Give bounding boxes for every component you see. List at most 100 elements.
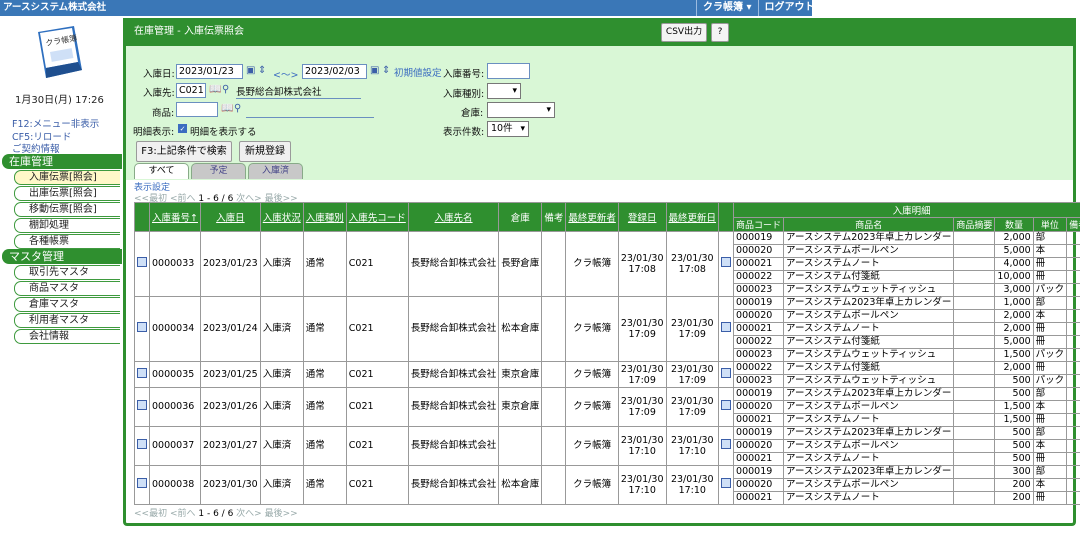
csv-export-button[interactable]: CSV出力 — [661, 23, 707, 42]
item-code-input[interactable] — [176, 102, 218, 117]
item-unit: 本 — [1032, 439, 1068, 453]
item-note — [1066, 257, 1080, 271]
reset-defaults-link[interactable]: 初期値設定 — [394, 65, 442, 79]
item-code: 000021 — [733, 322, 785, 336]
item-note — [1066, 348, 1080, 362]
col-supplier-name[interactable]: 入庫先名 — [407, 202, 500, 232]
item-qty: 500 — [994, 387, 1034, 401]
calendar-icon[interactable]: ▣ — [370, 65, 379, 77]
item-qty: 10,000 — [994, 270, 1034, 284]
row-edit-icon[interactable] — [718, 387, 735, 427]
date-from-input[interactable]: 2023/01/23 — [176, 64, 243, 79]
item-code: 000019 — [733, 465, 785, 479]
row-detail-icon[interactable] — [134, 465, 150, 505]
new-button[interactable]: 新規登録 — [239, 141, 291, 162]
type-select[interactable] — [487, 83, 521, 99]
menu-transfer-slip[interactable]: 移動伝票[照会] — [14, 202, 120, 217]
supplier-code-input[interactable]: C021 — [176, 83, 206, 98]
cell-date: 2023/01/25 — [199, 361, 261, 388]
item-unit: 冊 — [1032, 452, 1068, 466]
item-name: アースシステム2023年卓上カレンダー — [783, 296, 955, 310]
tab-received[interactable]: 入庫済 — [248, 163, 303, 179]
cell-slip-no: 0000037 — [149, 426, 201, 466]
row-edit-icon[interactable] — [718, 465, 735, 505]
page-title: 在庫管理 - 入庫伝票照会 — [126, 18, 1073, 46]
row-edit-icon[interactable] — [718, 426, 735, 466]
item-summary — [953, 465, 996, 479]
tab-all[interactable]: すべて — [134, 163, 189, 179]
magnifier-icon[interactable]: ⚲ — [234, 103, 241, 115]
menu-company-info[interactable]: 会社情報 — [14, 329, 120, 344]
item-name: アースシステムウェットティッシュ — [783, 374, 955, 388]
menu-warehouse-master[interactable]: 倉庫マスタ — [14, 297, 120, 312]
item-code: 000019 — [733, 387, 785, 401]
spin-icon[interactable]: ⇕ — [382, 65, 390, 77]
row-edit-icon[interactable] — [718, 231, 735, 297]
detail-checkbox[interactable]: ✓ — [178, 124, 187, 133]
item-code: 000021 — [733, 452, 785, 466]
menu-supplier-master[interactable]: 取引先マスタ — [14, 265, 120, 280]
row-detail-icon[interactable] — [134, 231, 150, 297]
slip-no-input[interactable] — [487, 63, 530, 79]
pager-prev[interactable]: <前へ — [170, 509, 196, 519]
cell-date: 2023/01/24 — [199, 296, 261, 362]
col-slip-no[interactable]: 入庫番号↑ — [149, 202, 201, 232]
menu-stocktake[interactable]: 棚卸処理 — [14, 218, 120, 233]
row-detail-icon[interactable] — [134, 426, 150, 466]
date-to-input[interactable]: 2023/02/03 — [302, 64, 367, 79]
item-summary — [953, 439, 996, 453]
row-detail-icon[interactable] — [134, 296, 150, 362]
pager-last[interactable]: 最後>> — [265, 509, 298, 519]
warehouse-select[interactable] — [487, 102, 555, 118]
row-detail-icon[interactable] — [134, 361, 150, 388]
col-updater[interactable]: 最終更新者 — [565, 202, 619, 232]
row-detail-icon[interactable] — [134, 387, 150, 427]
menu-product-master[interactable]: 商品マスタ — [14, 281, 120, 296]
item-name: アースシステムボールペン — [783, 400, 955, 414]
item-unit: パック — [1032, 374, 1068, 388]
cell-date: 2023/01/27 — [199, 426, 261, 466]
cell-wh: 松本倉庫 — [498, 465, 543, 505]
cell-code: C021 — [345, 296, 409, 362]
logout-link[interactable]: ログアウト — [757, 0, 821, 16]
hide-menu-link[interactable]: F12:メニュー非表示 — [12, 116, 99, 130]
row-edit-icon[interactable] — [718, 296, 735, 362]
item-summary — [953, 335, 996, 349]
menu-receipt-slip[interactable]: 入庫伝票[照会] — [14, 170, 120, 185]
cell-wh: 長野倉庫 — [498, 231, 543, 297]
section-master[interactable]: マスタ管理 — [2, 249, 122, 264]
account-menu[interactable]: クラ帳簿 ▾ — [696, 0, 758, 16]
item-summary — [953, 387, 996, 401]
col-upd-date[interactable]: 最終更新日 — [665, 202, 720, 232]
pager-first[interactable]: <<最初 — [134, 509, 167, 519]
col-type[interactable]: 入庫種別 — [302, 202, 347, 232]
count-select[interactable]: 10件 — [487, 121, 529, 137]
col-date[interactable]: 入庫日 — [199, 202, 261, 232]
menu-reports[interactable]: 各種帳票 — [14, 234, 120, 249]
magnifier-icon[interactable]: ⚲ — [222, 84, 229, 96]
cell-type: 通常 — [302, 426, 347, 466]
cell-note — [541, 361, 567, 388]
top-menu: クラ帳簿 ▾ ログアウト — [696, 0, 821, 16]
spin-icon[interactable]: ⇕ — [258, 65, 266, 77]
pager-next[interactable]: 次へ> — [236, 509, 262, 519]
col-supplier-code[interactable]: 入庫先コード — [345, 202, 409, 232]
count-label: 表示件数: — [443, 127, 485, 138]
calendar-icon[interactable]: ▣ — [246, 65, 255, 77]
book-search-icon[interactable]: 📖 — [209, 84, 221, 96]
contract-link[interactable]: ご契約情報 — [12, 141, 60, 155]
help-button[interactable]: ? — [711, 23, 729, 42]
menu-user-master[interactable]: 利用者マスタ — [14, 313, 120, 328]
item-unit: 冊 — [1032, 322, 1068, 336]
col-status[interactable]: 入庫状況 — [259, 202, 304, 232]
col-reg-date[interactable]: 登録日 — [617, 202, 667, 232]
detail-col-note: 備考 — [1066, 217, 1080, 232]
menu-issue-slip[interactable]: 出庫伝票[照会] — [14, 186, 120, 201]
book-search-icon[interactable]: 📖 — [221, 103, 233, 115]
row-edit-icon[interactable] — [718, 361, 735, 388]
item-code: 000021 — [733, 257, 785, 271]
tab-planned[interactable]: 予定 — [191, 163, 246, 179]
search-button[interactable]: F3:上記条件で検索 — [136, 141, 232, 162]
item-note — [1066, 465, 1080, 479]
section-stock[interactable]: 在庫管理 — [2, 154, 122, 169]
